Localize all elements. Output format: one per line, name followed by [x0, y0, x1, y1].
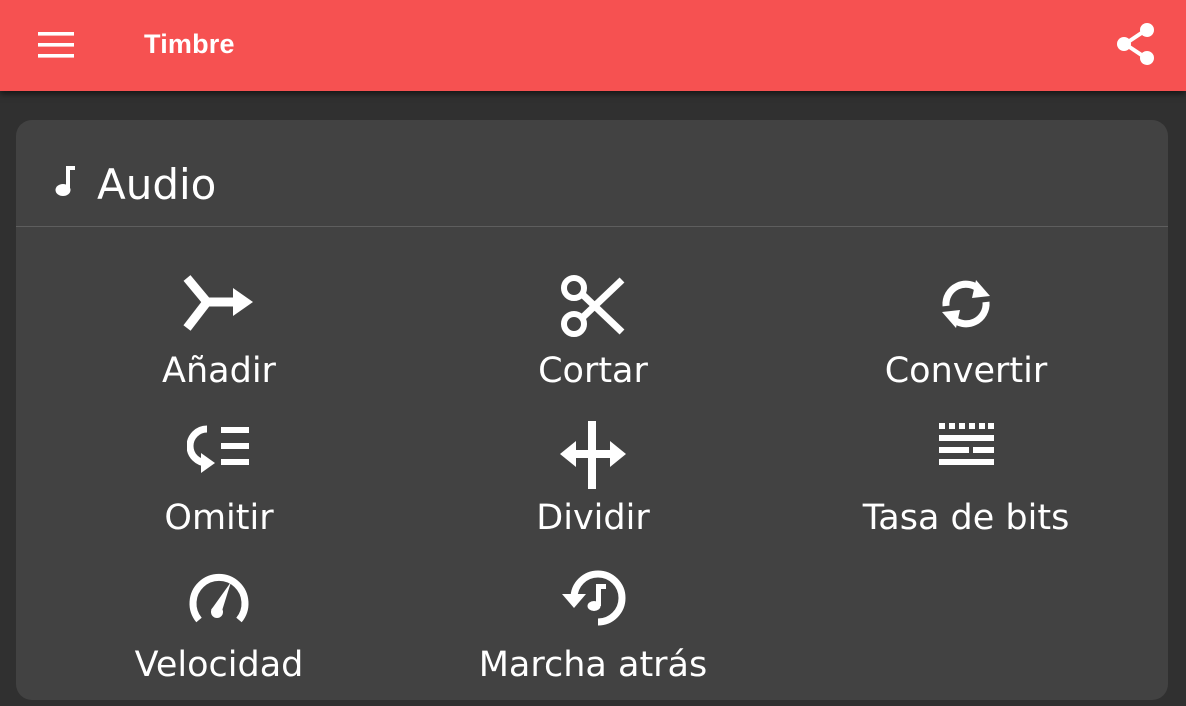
menu-button[interactable]: [24, 22, 88, 68]
tool-label: Velocidad: [134, 645, 304, 685]
split-arrows-icon: [560, 421, 626, 489]
skip-list-icon: [187, 425, 249, 473]
tool-tasa-de-bits[interactable]: Tasa de bits: [816, 419, 1116, 559]
tool-label: Omitir: [164, 498, 274, 538]
tool-anadir[interactable]: Añadir: [69, 272, 369, 412]
tool-cortar[interactable]: Cortar: [443, 272, 743, 412]
reverse-music-icon: [562, 570, 626, 626]
card-header: Audio: [16, 120, 1168, 227]
menu-icon: [38, 32, 74, 58]
tool-omitir[interactable]: Omitir: [69, 419, 369, 559]
share-icon: [1117, 23, 1154, 65]
tool-velocidad[interactable]: Velocidad: [69, 566, 369, 706]
app-title: Timbre: [144, 29, 235, 59]
merge-arrow-icon: [183, 275, 253, 331]
tool-label: Convertir: [884, 351, 1048, 391]
tool-convertir[interactable]: Convertir: [816, 272, 1116, 412]
music-note-icon: [55, 166, 75, 196]
tool-label: Dividir: [536, 498, 650, 538]
tool-marcha-atras[interactable]: Marcha atrás: [443, 566, 743, 706]
tool-dividir[interactable]: Dividir: [443, 419, 743, 559]
bitrate-icon: [939, 423, 994, 465]
scissors-icon: [561, 275, 625, 337]
tool-label: Tasa de bits: [862, 498, 1070, 538]
speedometer-icon: [189, 573, 249, 623]
tool-label: Marcha atrás: [478, 645, 708, 685]
sync-icon: [942, 280, 990, 328]
tool-label: Añadir: [162, 351, 276, 391]
card-title: Audio: [97, 160, 217, 209]
audio-card: Audio Añadir Cortar Convertir Omitir Div…: [16, 120, 1168, 700]
divider: [16, 226, 1168, 227]
share-button[interactable]: [1104, 18, 1168, 72]
app-bar: Timbre: [0, 0, 1186, 91]
tool-label: Cortar: [538, 351, 648, 391]
